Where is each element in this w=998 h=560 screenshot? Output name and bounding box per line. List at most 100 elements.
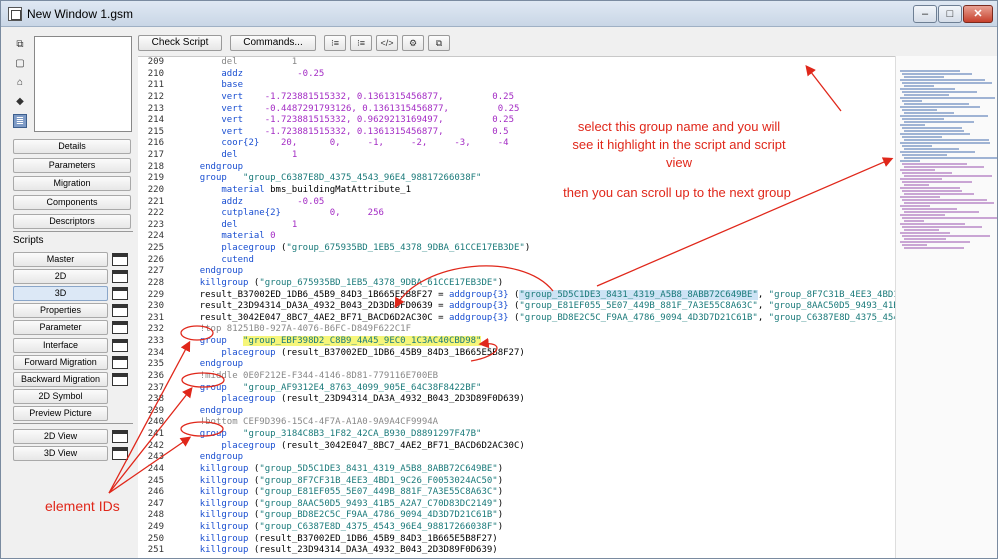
code-line[interactable]: 239 endgroup (138, 406, 895, 418)
code-line[interactable]: 234 placegroup (result_B37002ED_1DB6_45B… (138, 348, 895, 360)
code-text[interactable]: killgroup ("group_675935BD_1EB5_4378_9DB… (178, 278, 503, 288)
code-line[interactable]: 238 placegroup (result_23D94314_DA3A_493… (138, 394, 895, 406)
script-button-3d[interactable]: 3D (13, 286, 108, 302)
code-line[interactable]: 212 vert -1.723881515332, 0.136131545687… (138, 92, 895, 104)
code-text[interactable]: killgroup ("group_E81EF055_5E07_449B_881… (178, 487, 503, 497)
code-text[interactable]: killgroup ("group_8F7CF31B_4EE3_4BD1_9C2… (178, 476, 503, 486)
code-line[interactable]: 246 killgroup ("group_E81EF055_5E07_449B… (138, 487, 895, 499)
code-line[interactable]: 232 !top 81251B0-927A-4076-B6FC-D849F622… (138, 324, 895, 336)
code-line[interactable]: 226 cutend (138, 255, 895, 267)
code-text[interactable]: !bottom CEF9D396-15C4-4F7A-A1A0-9A9A4CF9… (178, 417, 438, 427)
building-tool-icon[interactable]: ⌂ (13, 76, 27, 90)
code-line[interactable]: 245 killgroup ("group_8F7CF31B_4EE3_4BD1… (138, 476, 895, 488)
code-text[interactable]: killgroup ("group_8AAC50D5_9493_41B5_A2A… (178, 499, 503, 509)
code-text[interactable]: result_3042E047_8BC7_4AE2_BF71_BACD6D2AC… (178, 313, 895, 323)
code-text[interactable]: placegroup (result_B37002ED_1DB6_45B9_84… (178, 348, 524, 358)
code-line[interactable]: 224 material 0 (138, 231, 895, 243)
code-line[interactable]: 236 !middle 0E0F212E-F344-4146-8D81-7791… (138, 371, 895, 383)
code-text[interactable]: del 1 (178, 220, 297, 230)
code-line[interactable]: 235 endgroup (138, 359, 895, 371)
code-line[interactable]: 209 del 1 (138, 57, 895, 69)
panel-button-components[interactable]: Components (13, 195, 131, 211)
code-text[interactable]: placegroup (result_3042E047_8BC7_4AE2_BF… (178, 441, 524, 451)
open-window-icon[interactable] (112, 430, 128, 443)
open-window-icon[interactable] (112, 355, 128, 369)
script-button-backward-migration[interactable]: Backward Migration (13, 371, 108, 387)
code-line[interactable]: 228 killgroup ("group_675935BD_1EB5_4378… (138, 278, 895, 290)
code-text[interactable]: endgroup (178, 359, 243, 369)
code-text[interactable]: killgroup ("group_C6387E8D_4375_4543_96E… (178, 522, 503, 532)
cube-tool-icon[interactable]: ◆ (13, 95, 27, 109)
code-line[interactable]: 223 del 1 (138, 220, 895, 232)
script-button-master[interactable]: Master (13, 252, 108, 267)
code-text[interactable]: cutend (178, 255, 254, 265)
code-text[interactable]: vert -1.723881515332, 0.1361315456877, 0… (178, 92, 514, 102)
maximize-button[interactable]: □ (938, 5, 962, 23)
open-window-icon[interactable] (112, 321, 128, 335)
code-text[interactable]: endgroup (178, 162, 243, 172)
panel-button-descriptors[interactable]: Descriptors (13, 213, 131, 229)
code-text[interactable]: group "group_C6387E8D_4375_4543_96E4_988… (178, 173, 482, 183)
script-button-parameter[interactable]: Parameter (13, 320, 108, 336)
check-script-button[interactable]: Check Script (138, 35, 222, 51)
code-line[interactable]: 243 endgroup (138, 452, 895, 464)
code-text[interactable]: cutplane{2} 0, 256 (178, 208, 384, 218)
code-line[interactable]: 230 result_23D94314_DA3A_4932_B043_2D3DB… (138, 301, 895, 313)
code-text[interactable]: material 0 (178, 231, 275, 241)
minimize-button[interactable]: – (913, 5, 937, 23)
open-window-icon[interactable] (112, 338, 128, 352)
code-line[interactable]: 227 endgroup (138, 266, 895, 278)
window-code-icon[interactable]: ⧉ (428, 35, 450, 51)
code-text[interactable]: material bms_buildingMatAttribute_1 (178, 185, 411, 195)
bullet-list-icon[interactable]: ⁝≡ (350, 35, 372, 51)
code-line[interactable]: 250 killgroup (result_B37002ED_1DB6_45B9… (138, 534, 895, 546)
code-line[interactable]: 241 group "group_3184C8B3_1F82_42CA_B930… (138, 429, 895, 441)
code-text[interactable]: del 1 (178, 57, 297, 67)
script-minimap[interactable] (895, 56, 997, 558)
code-text[interactable]: killgroup (result_23D94314_DA3A_4932_B04… (178, 545, 498, 555)
code-line[interactable]: 231 result_3042E047_8BC7_4AE2_BF71_BACD6… (138, 313, 895, 325)
code-text[interactable]: !top 81251B0-927A-4076-B6FC-D849F622C1F (178, 324, 411, 334)
view-button-2d-view[interactable]: 2D View (13, 429, 108, 444)
code-text[interactable]: addz -0.05 (178, 197, 324, 207)
open-window-icon[interactable] (112, 372, 128, 386)
code-line[interactable]: 240 !bottom CEF9D396-15C4-4F7A-A1A0-9A9A… (138, 417, 895, 429)
commands-button[interactable]: Commands... (230, 35, 316, 51)
script-button-properties[interactable]: Properties (13, 303, 108, 319)
script-button-2d-symbol[interactable]: 2D Symbol (13, 388, 108, 404)
code-text[interactable]: placegroup (result_23D94314_DA3A_4932_B0… (178, 394, 524, 404)
open-window-icon[interactable] (112, 447, 128, 461)
open-window-icon[interactable] (112, 253, 128, 266)
code-text[interactable]: addz -0.25 (178, 69, 324, 79)
code-line[interactable]: 242 placegroup (result_3042E047_8BC7_4AE… (138, 441, 895, 453)
code-text[interactable]: result_23D94314_DA3A_4932_B043_2D3DB9FD0… (178, 301, 895, 311)
code-text[interactable]: vert -1.723881515332, 0.9629213169497, 0… (178, 115, 514, 125)
code-text[interactable]: placegroup ("group_675935BD_1EB5_4378_9D… (178, 243, 530, 253)
code-text[interactable]: del 1 (178, 150, 297, 160)
code-line[interactable]: 222 cutplane{2} 0, 256 (138, 208, 895, 220)
code-line[interactable]: 229 result_B37002ED_1DB6_45B9_84D3_1B665… (138, 289, 895, 302)
panel-button-details[interactable]: Details (13, 139, 131, 154)
code-text[interactable]: !middle 0E0F212E-F344-4146-8D81-779116E7… (178, 371, 438, 381)
numbered-list-icon[interactable]: ⁝≡ (324, 35, 346, 51)
code-text[interactable]: endgroup (178, 406, 243, 416)
code-text[interactable]: killgroup (result_B37002ED_1DB6_45B9_84D… (178, 534, 498, 544)
code-line[interactable]: 248 killgroup ("group_BD8E2C5C_F9AA_4786… (138, 510, 895, 522)
code-line[interactable]: 213 vert -0.4487291793126, 0.13613154568… (138, 104, 895, 116)
open-window-icon[interactable] (112, 304, 128, 318)
code-text[interactable]: killgroup ("group_BD8E2C5C_F9AA_4786_909… (178, 510, 503, 520)
script-button-forward-migration[interactable]: Forward Migration (13, 354, 108, 370)
code-line[interactable]: 251 killgroup (result_23D94314_DA3A_4932… (138, 545, 895, 557)
code-text[interactable]: group "group_3184C8B3_1F82_42CA_B930_D88… (178, 429, 482, 439)
open-window-icon[interactable] (112, 270, 128, 284)
code-text[interactable]: endgroup (178, 452, 243, 462)
code-text[interactable]: coor{2} 20, 0, -1, -2, -3, -4 (178, 138, 508, 148)
code-line[interactable]: 247 killgroup ("group_8AAC50D5_9493_41B5… (138, 499, 895, 511)
code-text[interactable]: base (178, 80, 243, 90)
code-text[interactable]: result_B37002ED_1DB6_45B9_84D3_1B665E5B8… (178, 289, 895, 300)
script-button-preview-picture[interactable]: Preview Picture (13, 405, 108, 421)
panel-button-parameters[interactable]: Parameters (13, 157, 131, 173)
2d-tool-icon[interactable]: ⧉ (13, 38, 27, 52)
close-button[interactable]: ✕ (963, 5, 993, 23)
code-text[interactable]: group "group_AF9312E4_8763_4099_905E_64C… (178, 383, 482, 393)
